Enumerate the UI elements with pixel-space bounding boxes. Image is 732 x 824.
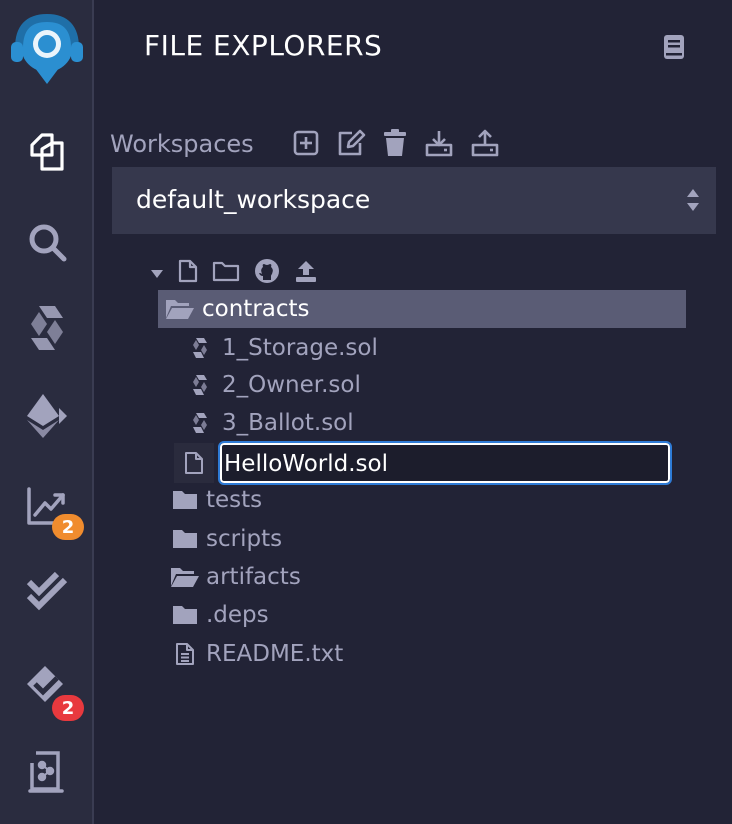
new-folder-icon[interactable] [212, 260, 240, 286]
file-tree-toolbar [150, 258, 318, 288]
folder-label: contracts [202, 296, 310, 322]
file-label: 2_Owner.sol [222, 372, 361, 398]
file-label: README.txt [206, 641, 344, 667]
solidity-file-icon [178, 337, 222, 359]
file-row[interactable]: 2_Owner.sol [178, 366, 361, 404]
create-workspace-icon[interactable] [292, 129, 320, 157]
new-file-row-icon [174, 443, 214, 483]
text-file-icon [164, 642, 206, 666]
plugin-manager-icon[interactable] [0, 746, 94, 798]
file-row[interactable]: 1_Storage.sol [178, 329, 378, 367]
folder-icon [164, 489, 206, 511]
workspaces-label: Workspaces [110, 130, 254, 158]
upload-file-icon[interactable] [294, 259, 318, 287]
folder-label: tests [206, 487, 263, 513]
folder-label: artifacts [206, 564, 301, 590]
file-label: 1_Storage.sol [222, 335, 378, 361]
folder-icon [164, 528, 206, 550]
new-file-icon[interactable] [178, 259, 198, 287]
panel-title: FILE EXPLORERS [144, 29, 383, 62]
new-file-name-input[interactable] [224, 449, 664, 479]
file-readme[interactable]: README.txt [164, 635, 343, 673]
workspace-select[interactable]: default_workspace [112, 167, 716, 234]
file-explorer-panel: FILE EXPLORERS Workspaces default_worksp… [96, 0, 732, 824]
static-analysis-badge: 2 [52, 695, 84, 721]
icon-panel: 2 2 [0, 0, 94, 824]
folder-deps[interactable]: .deps [164, 596, 269, 634]
solidity-file-icon [178, 412, 222, 434]
new-file-name-input-box [218, 441, 672, 485]
workspace-select-value: default_workspace [136, 185, 371, 214]
file-label: 3_Ballot.sol [222, 410, 354, 436]
collapse-caret-icon[interactable] [150, 264, 164, 283]
file-explorer-icon[interactable] [0, 128, 94, 176]
folder-icon [164, 604, 206, 626]
folder-scripts[interactable]: scripts [164, 520, 282, 558]
delete-workspace-icon[interactable] [382, 129, 408, 157]
unit-testing-icon[interactable] [0, 568, 94, 616]
solidity-file-icon [178, 374, 222, 396]
search-icon[interactable] [0, 218, 94, 266]
rename-workspace-icon[interactable] [336, 129, 366, 157]
github-icon[interactable] [254, 258, 280, 288]
remix-logo-icon[interactable] [0, 8, 94, 88]
analysis-badge: 2 [52, 514, 84, 540]
solidity-compiler-icon[interactable] [0, 302, 94, 354]
folder-tests[interactable]: tests [164, 481, 262, 519]
deploy-run-icon[interactable] [0, 390, 94, 442]
documentation-icon[interactable] [662, 34, 686, 64]
folder-open-icon [158, 298, 202, 320]
download-workspace-icon[interactable] [424, 129, 454, 157]
workspace-toolbar [292, 129, 500, 157]
folder-open-icon [164, 566, 206, 588]
folder-contracts[interactable]: contracts [158, 290, 686, 328]
file-row[interactable]: 3_Ballot.sol [178, 404, 354, 442]
restore-workspace-icon[interactable] [470, 129, 500, 157]
folder-label: .deps [206, 602, 269, 628]
folder-label: scripts [206, 526, 283, 552]
select-arrows-icon [686, 187, 700, 217]
folder-artifacts[interactable]: artifacts [164, 558, 301, 596]
